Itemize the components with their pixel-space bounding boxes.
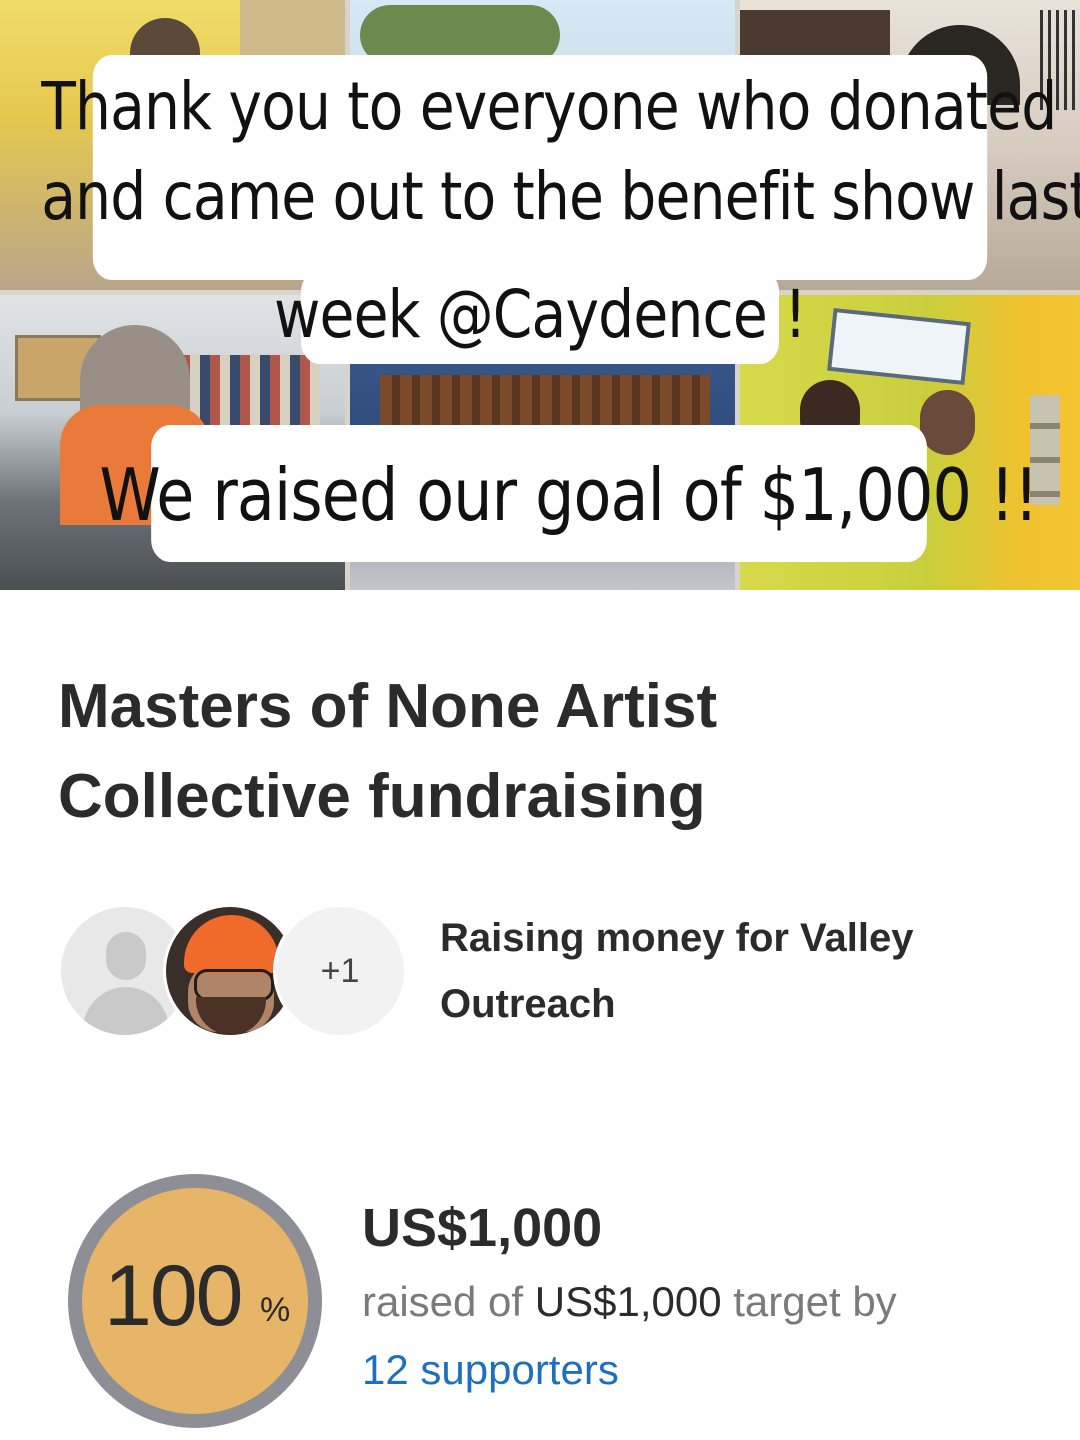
target-by-text: target by bbox=[721, 1278, 897, 1325]
amount-raised: US$1,000 bbox=[362, 1198, 603, 1258]
goal-caption: We raised our goal of $1,000 !! bbox=[100, 425, 1039, 562]
more-fundraisers-badge[interactable]: +1 bbox=[273, 904, 407, 1038]
caption-line: Thank you to everyone who donated bbox=[41, 68, 1057, 145]
supporters-link[interactable]: 12 supporters bbox=[362, 1340, 619, 1400]
charity-link[interactable]: Raising money for Valley Outreach bbox=[440, 905, 1020, 1037]
caption-line: week @Caydence ! bbox=[273, 276, 807, 353]
raised-of-text: raised of bbox=[362, 1278, 535, 1325]
progress-percent: 100 bbox=[104, 1248, 243, 1344]
target-description: raised of US$1,000 target by bbox=[362, 1272, 1062, 1332]
fundraiser-avatars[interactable]: +1 bbox=[58, 904, 408, 1038]
percent-sign: % bbox=[260, 1291, 291, 1329]
target-amount: US$1,000 bbox=[534, 1278, 722, 1325]
progress-ring: 100 % bbox=[68, 1174, 322, 1428]
thank-you-caption: Thank you to everyone who donated and ca… bbox=[41, 55, 1080, 280]
page-title: Masters of None Artist Collective fundra… bbox=[58, 672, 718, 831]
caption-line: and came out to the benefit show last bbox=[41, 158, 1080, 235]
user-placeholder-icon bbox=[106, 932, 146, 980]
thank-you-caption-end: week @Caydence ! bbox=[274, 270, 807, 364]
hero-image[interactable]: Thank you to everyone who donated and ca… bbox=[0, 0, 1080, 590]
caption-line: We raised our goal of $1,000 !! bbox=[99, 453, 1039, 537]
